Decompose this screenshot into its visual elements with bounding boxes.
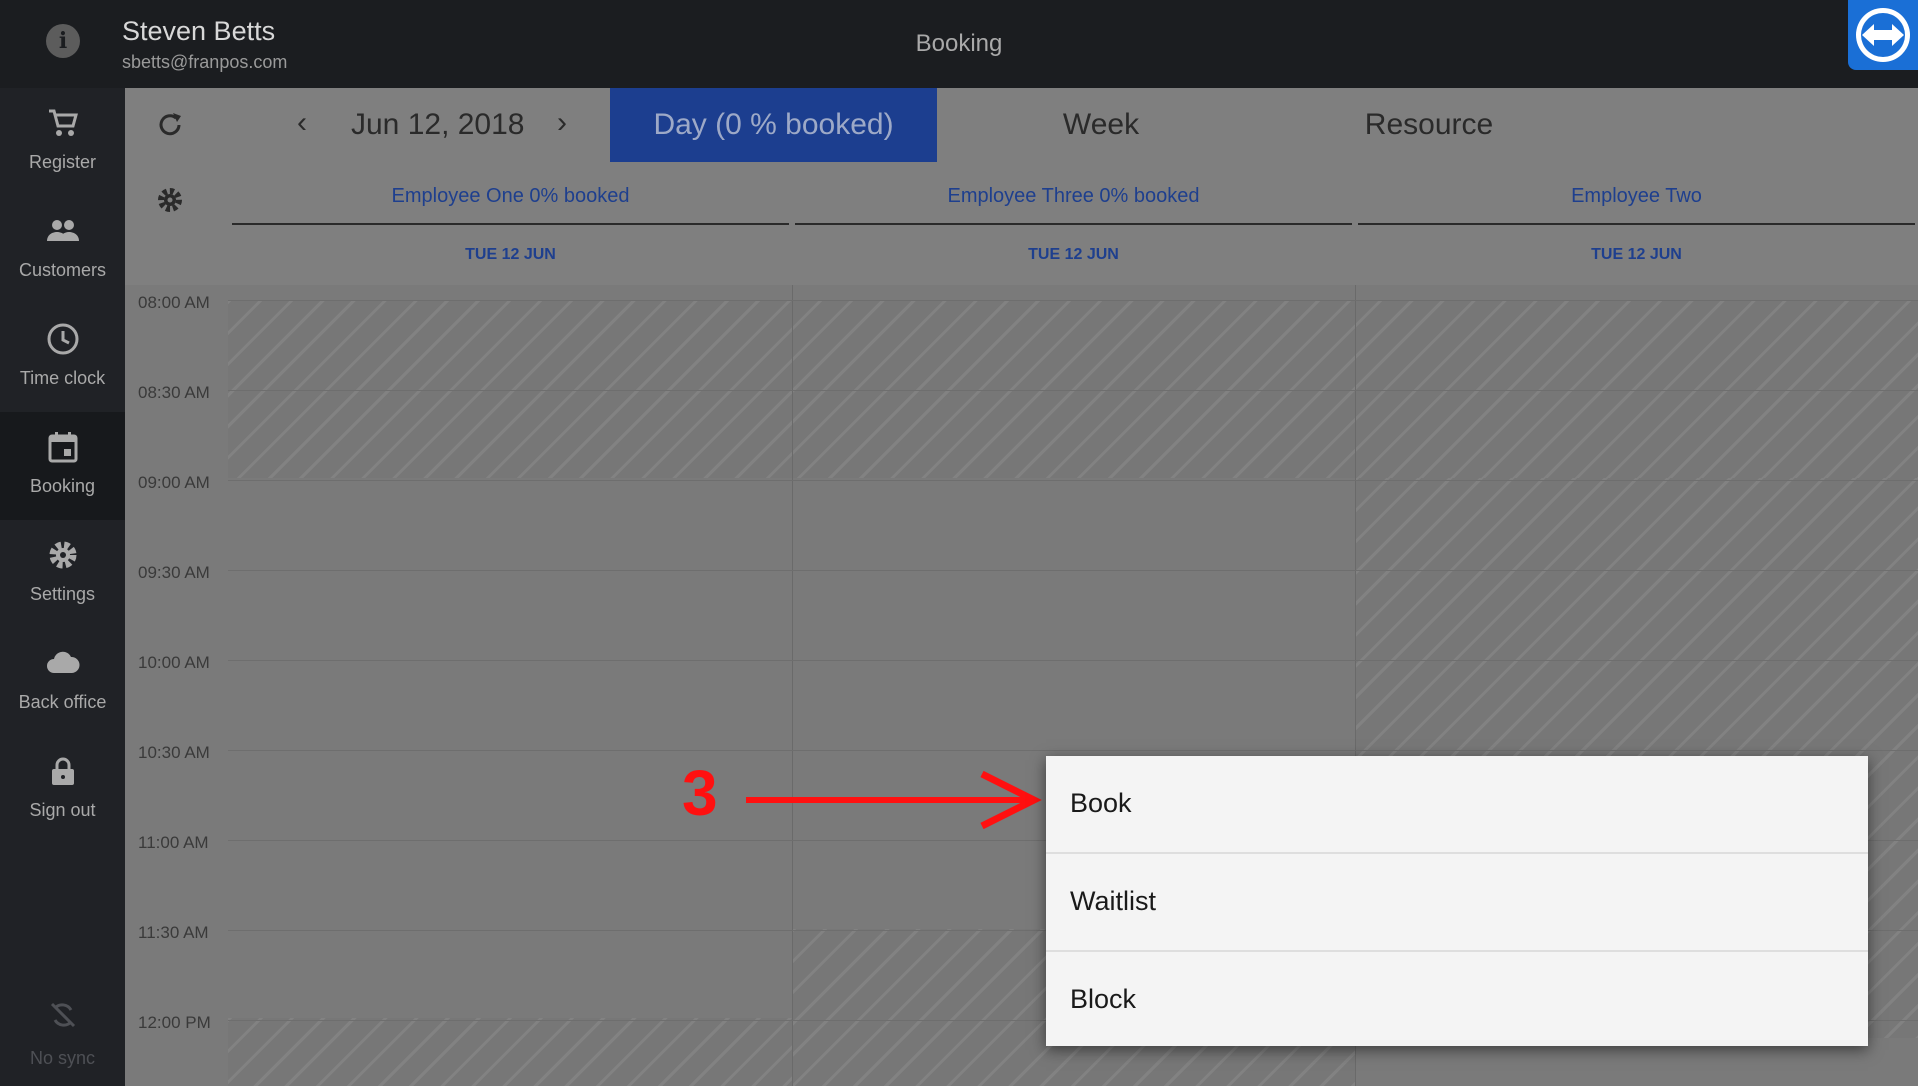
sidebar-item-settings[interactable]: Settings	[0, 520, 125, 628]
gear-icon	[49, 541, 77, 569]
sidebar-item-label: Register	[28, 152, 97, 172]
employee-column-header[interactable]: Employee Three 0% booked TUE 12 JUN	[795, 163, 1352, 285]
sidebar-item-label: Customers	[18, 260, 107, 280]
employee-column-header[interactable]: Employee Two TUE 12 JUN	[1358, 163, 1915, 285]
employee-date: TUE 12 JUN	[465, 246, 556, 263]
sync-off-icon	[50, 1002, 76, 1028]
column-divider	[792, 285, 793, 1086]
page-title: Booking	[915, 30, 1003, 57]
sidebar-item-label: Sign out	[29, 800, 96, 820]
time-label: 12:00 PM	[138, 1013, 211, 1032]
time-gridline	[228, 570, 1918, 571]
top-bar: i Steven Betts sbetts@franpos.com Bookin…	[0, 0, 1918, 88]
employee-name[interactable]: Employee One 0% booked	[232, 185, 789, 208]
unavailable-slot	[228, 1018, 792, 1086]
sidebar-item-label: Settings	[29, 584, 96, 604]
employee-date: TUE 12 JUN	[1591, 246, 1682, 263]
refresh-icon[interactable]	[155, 110, 185, 140]
time-gridline	[228, 660, 1918, 661]
booking-action-menu: Book Waitlist Block	[1046, 756, 1868, 1046]
time-gridline	[228, 300, 1918, 301]
menu-item-label: Waitlist	[1070, 886, 1156, 916]
prev-date-button[interactable]: ‹	[297, 106, 307, 140]
sync-label: No sync	[29, 1048, 96, 1068]
tab-resource[interactable]: Resource	[1265, 88, 1593, 162]
calendar-icon	[48, 432, 78, 463]
tab-day[interactable]: Day (0 % booked)	[610, 88, 937, 162]
time-label: 09:00 AM	[138, 473, 210, 492]
divider	[795, 223, 1352, 225]
menu-item-label: Book	[1070, 788, 1132, 818]
current-date[interactable]: Jun 12, 2018	[351, 108, 524, 142]
employee-name[interactable]: Employee Three 0% booked	[795, 185, 1352, 208]
clock-icon	[47, 323, 79, 355]
time-label: 08:00 AM	[138, 293, 210, 312]
menu-item-waitlist[interactable]: Waitlist	[1046, 854, 1868, 950]
menu-item-book[interactable]: Book	[1046, 756, 1868, 852]
date-toolbar: ‹ Jun 12, 2018 › Day (0 % booked) Week R…	[125, 88, 1918, 163]
cloud-icon	[47, 651, 80, 673]
time-gridline	[228, 750, 1918, 751]
sidebar-item-time-clock[interactable]: Time clock	[0, 304, 125, 412]
teamviewer-icon[interactable]	[1848, 0, 1918, 70]
menu-item-block[interactable]: Block	[1046, 952, 1868, 1048]
employee-date: TUE 12 JUN	[1028, 246, 1119, 263]
cart-icon	[49, 109, 78, 136]
sidebar-item-label: Time clock	[19, 368, 106, 388]
employee-name[interactable]: Employee Two	[1358, 185, 1915, 208]
sidebar: Register Customers Time clock Booking Se…	[0, 88, 125, 1086]
step-number-annotation: 3	[682, 757, 718, 829]
arrow-annotation	[746, 770, 1042, 830]
divider	[232, 223, 789, 225]
time-gridline	[228, 390, 1918, 391]
employee-column-header[interactable]: Employee One 0% booked TUE 12 JUN	[232, 163, 789, 285]
next-date-button[interactable]: ›	[557, 106, 567, 140]
sidebar-item-label: Back office	[18, 692, 107, 712]
sidebar-item-back-office[interactable]: Back office	[0, 628, 125, 736]
unavailable-slot	[228, 300, 1918, 478]
people-icon	[47, 220, 79, 241]
time-label: 10:30 AM	[138, 743, 210, 762]
time-gridline	[228, 480, 1918, 481]
time-label: 11:00 AM	[138, 833, 209, 852]
sidebar-item-register[interactable]: Register	[0, 88, 125, 196]
menu-item-label: Block	[1070, 984, 1137, 1014]
tab-week[interactable]: Week	[937, 88, 1265, 162]
time-label: 10:00 AM	[138, 653, 210, 672]
time-label: 11:30 AM	[138, 923, 209, 942]
sidebar-item-customers[interactable]: Customers	[0, 196, 125, 304]
time-label: 08:30 AM	[138, 383, 210, 402]
sync-status[interactable]: No sync	[0, 988, 125, 1086]
sidebar-item-booking[interactable]: Booking	[0, 412, 125, 520]
gear-icon[interactable]	[155, 185, 185, 215]
sidebar-item-sign-out[interactable]: Sign out	[0, 736, 125, 844]
employee-header: Employee One 0% booked TUE 12 JUN Employ…	[125, 163, 1918, 285]
time-label: 09:30 AM	[138, 563, 210, 582]
sidebar-item-label: Booking	[29, 476, 96, 496]
lock-icon	[52, 757, 74, 785]
divider	[1358, 223, 1915, 225]
